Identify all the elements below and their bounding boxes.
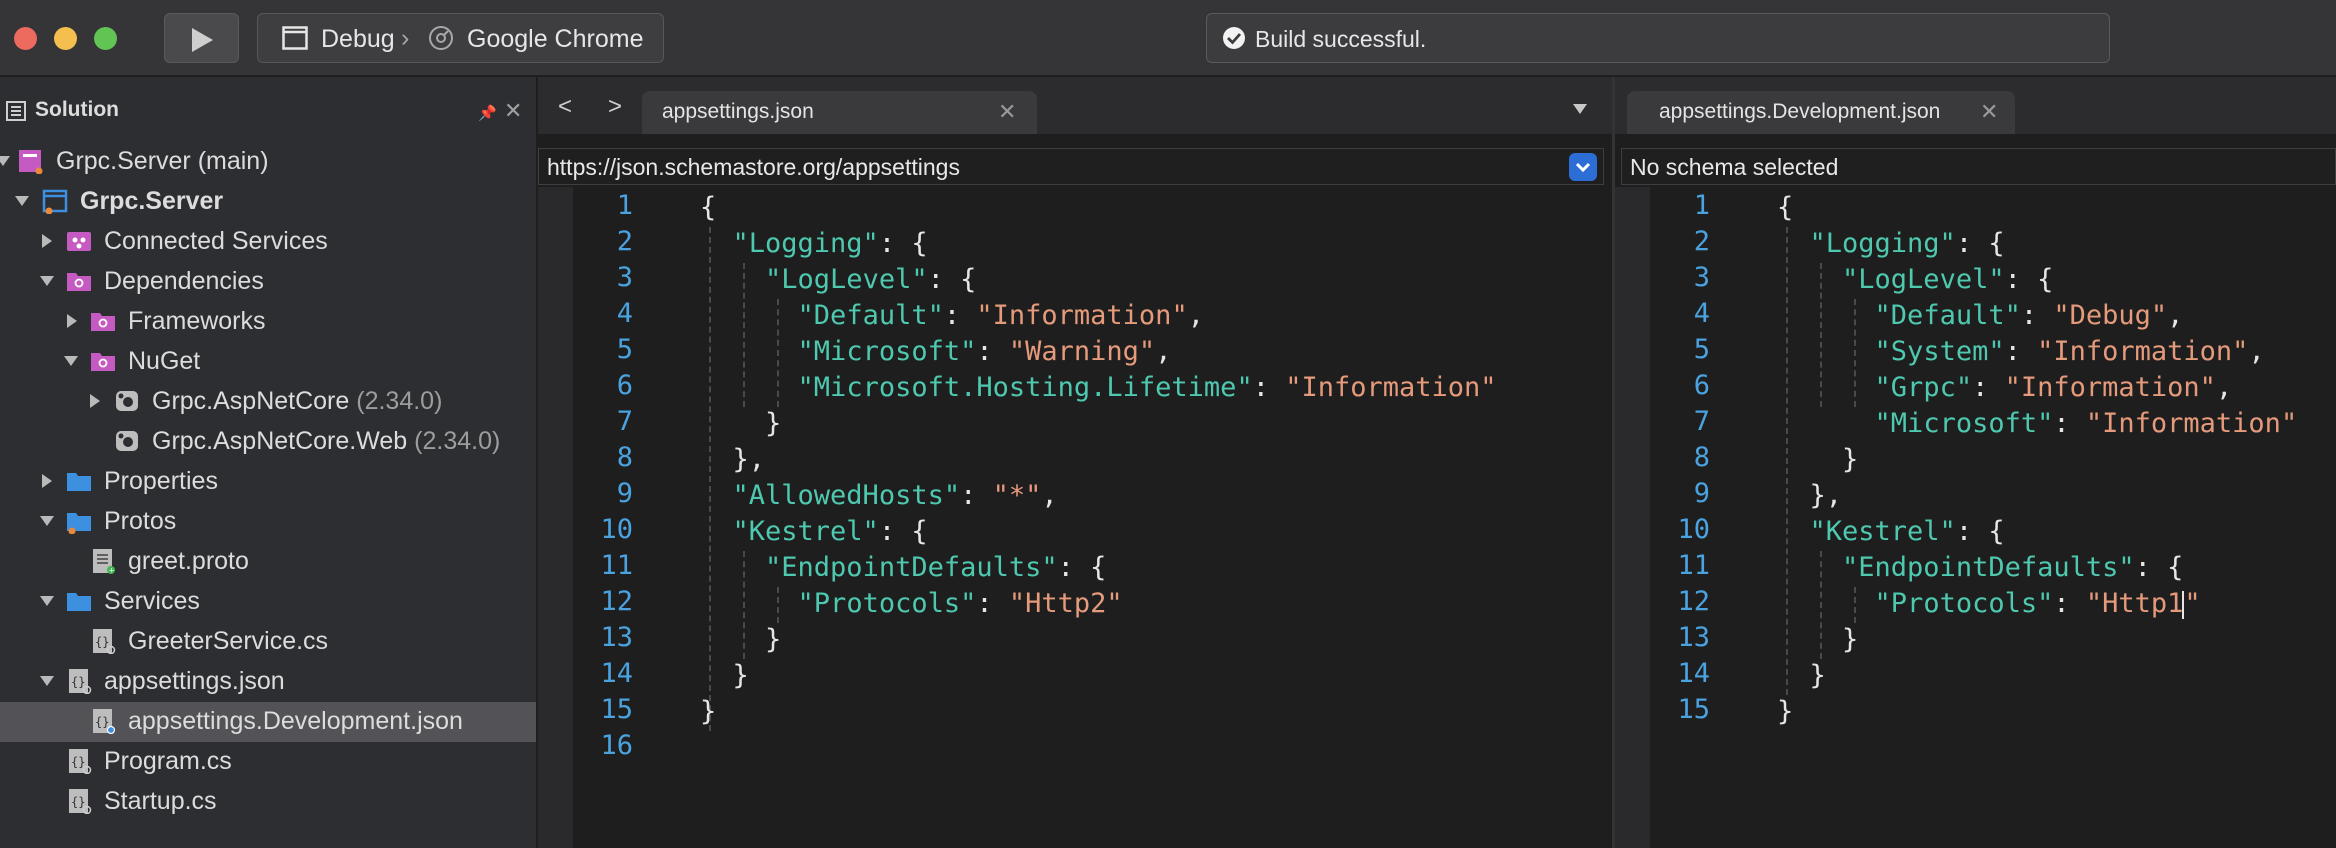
right-schema-selector[interactable]: No schema selected [1621,148,2336,185]
csharp-file-icon: {} [69,789,92,814]
right-code[interactable]: { "Logging": { "LogLevel": { "Default": … [1777,190,2297,730]
close-icon[interactable]: ✕ [504,98,522,124]
solution-header: Solution 📌 ✕ [0,77,536,123]
frameworks-folder-icon [91,313,115,331]
chevron-right-icon[interactable] [42,234,52,248]
run-button[interactable] [164,13,239,63]
solution-icon [6,101,26,121]
connected-services-icon [67,232,91,251]
tree-item-services[interactable]: Services [0,582,536,622]
left-gutter [538,187,573,848]
json-file-icon: {} [69,669,92,694]
check-circle-icon [1223,27,1245,49]
tree-item-frameworks[interactable]: Frameworks [0,302,536,342]
tree-item-solution[interactable]: Grpc.Server (main) [0,142,536,182]
chevron-down-icon[interactable] [0,156,10,166]
close-tab-icon[interactable]: ✕ [1980,99,1998,125]
build-status-bar: Build successful. [1206,13,2110,63]
tree-item-greet-proto[interactable]: + greet.proto [0,542,536,582]
chevron-down-icon[interactable] [40,596,54,606]
pin-icon[interactable]: 📌 [478,104,497,122]
target-label: Google Chrome [467,25,644,53]
window-minimize-button[interactable] [54,27,77,50]
chevron-down-icon[interactable] [40,516,54,526]
folder-icon [67,513,91,534]
json-file-icon: {} [93,709,116,734]
tree-item-package-grpc-aspnetcore[interactable]: Grpc.AspNetCore (2.34.0) [0,382,536,422]
package-icon [116,431,138,451]
play-icon [192,28,213,52]
left-editor-pane: < > appsettings.json ✕ https://json.sche… [538,77,1612,848]
chevron-right-icon[interactable] [42,474,52,488]
window-close-button[interactable] [14,27,37,50]
tree-item-nuget[interactable]: NuGet [0,342,536,382]
chevron-right-icon[interactable] [90,394,100,408]
tree-item-program-cs[interactable]: {} Program.cs [0,742,536,782]
tree-item-properties[interactable]: Properties [0,462,536,502]
run-configuration-selector[interactable]: Debug › Google Chrome [257,13,664,63]
tree-item-package-grpc-aspnetcore-web[interactable]: Grpc.AspNetCore.Web (2.34.0) [0,422,536,462]
chevron-down-icon[interactable] [64,356,78,366]
close-tab-icon[interactable]: ✕ [998,99,1016,125]
right-editor-pane: appsettings.Development.json ✕ No schema… [1615,77,2336,848]
tab-appsettings-json[interactable]: appsettings.json ✕ [642,91,1037,134]
tree-item-dependencies[interactable]: Dependencies [0,262,536,302]
nuget-folder-icon [91,353,115,371]
left-schema-selector[interactable]: https://json.schemastore.org/appsettings [538,148,1604,185]
solution-pad: Solution 📌 ✕ Grpc.Server (main) Grpc.Ser… [0,77,536,848]
back-icon[interactable]: < [558,93,572,121]
svg-text:{}: {} [71,755,85,769]
configuration-label: Debug [321,25,395,53]
svg-text:+: + [109,567,115,575]
tab-dropdown-icon[interactable] [1573,104,1587,114]
svg-text:{}: {} [95,635,109,649]
window-maximize-button[interactable] [94,27,117,50]
chevron-right-icon[interactable] [67,314,77,328]
right-tab-bar: appsettings.Development.json ✕ [1615,77,2336,134]
tree-item-startup-cs[interactable]: {} Startup.cs [0,782,536,822]
proto-file-icon: + [93,549,115,575]
left-tab-bar: < > appsettings.json ✕ [538,77,1612,134]
tree-item-project[interactable]: Grpc.Server [0,182,536,222]
tree-item-connected-services[interactable]: Connected Services [0,222,536,262]
solution-title: Solution [35,98,119,121]
tree-item-protos[interactable]: Protos [0,502,536,542]
package-icon [116,391,138,411]
chevron-down-icon[interactable] [15,196,29,206]
tree-item-appsettings-json[interactable]: {} appsettings.json [0,662,536,702]
title-bar: Debug › Google Chrome Build successful. [0,0,2336,76]
csharp-file-icon: {} [69,749,92,774]
chevron-down-icon[interactable] [40,676,54,686]
text-cursor [2182,590,2185,619]
forward-icon[interactable]: > [608,93,622,121]
left-code[interactable]: { "Logging": { "LogLevel": { "Default": … [700,190,1497,730]
svg-text:{}: {} [95,715,109,729]
chevron-down-icon[interactable] [40,276,54,286]
chevron-down-icon[interactable] [1569,153,1597,181]
tree-item-appsettings-development-json[interactable]: {} appsettings.Development.json [0,702,536,742]
right-gutter [1615,187,1650,848]
folder-icon [67,593,91,611]
build-status-text: Build successful. [1255,26,1427,52]
solution-node-icon [19,150,43,174]
svg-text:{}: {} [71,795,85,809]
csharp-file-icon: {} [93,629,116,654]
tab-appsettings-development-json[interactable]: appsettings.Development.json ✕ [1627,91,2015,134]
window-icon [282,26,308,50]
chevron-right-icon: › [401,24,410,52]
folder-icon [67,473,91,491]
project-icon [42,189,68,214]
svg-text:{}: {} [71,675,85,689]
browser-icon [429,26,453,50]
dependencies-folder-icon [67,273,91,291]
tree-item-greeterservice-cs[interactable]: {} GreeterService.cs [0,622,536,662]
